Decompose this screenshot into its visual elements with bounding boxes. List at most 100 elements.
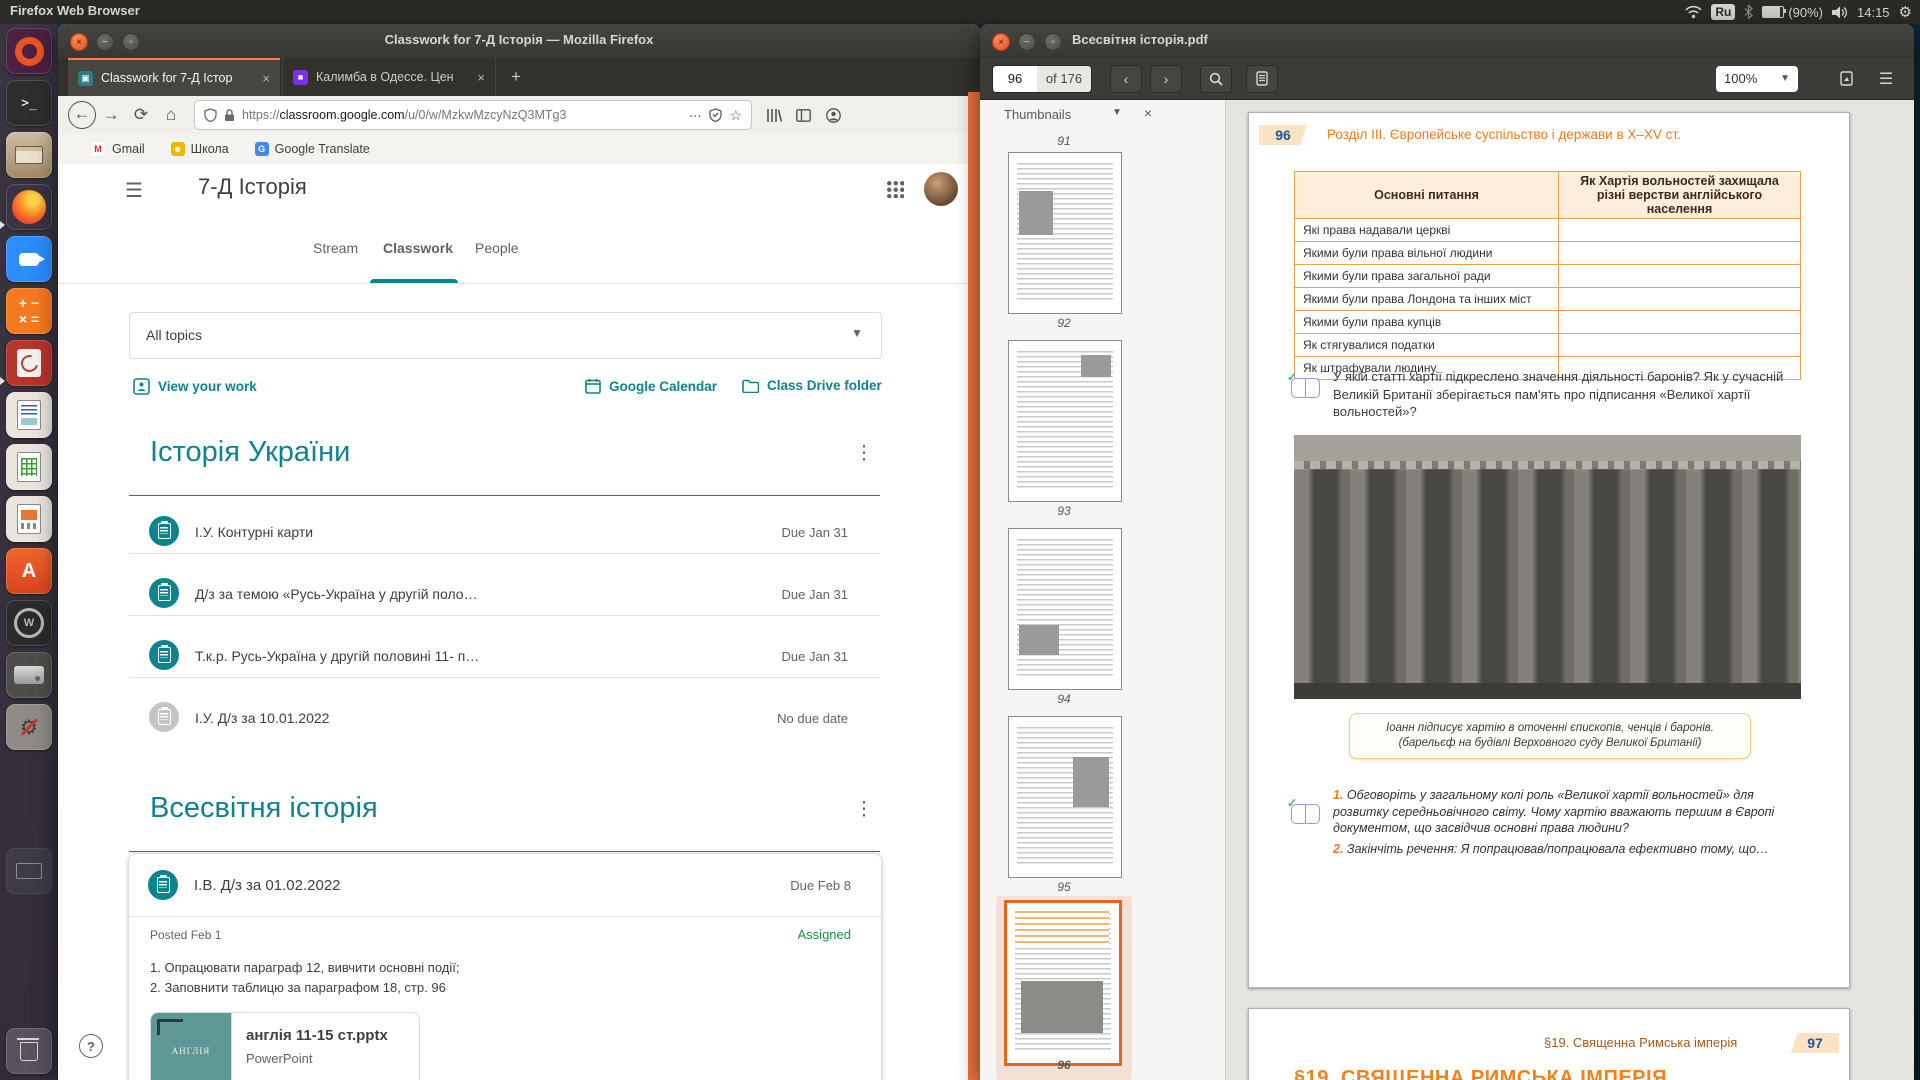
reload-button[interactable]: ⟳ [126, 105, 156, 125]
close-sidebar-icon[interactable]: × [1144, 105, 1152, 121]
attachment-thumbnail: АНГЛІЯ [151, 1013, 232, 1080]
section-title-world-history[interactable]: Всесвітня історія [150, 792, 378, 825]
tab-close-icon[interactable]: × [262, 71, 270, 86]
scrollbar[interactable] [968, 92, 980, 1080]
sidebars-icon[interactable] [796, 109, 826, 122]
attachment-card[interactable]: АНГЛІЯ англія 11-15 ст.pptx PowerPoint [150, 1012, 420, 1080]
avatar[interactable] [924, 172, 958, 206]
assignment-title[interactable]: І.У. Д/з за 10.01.2022 [195, 710, 329, 726]
work-badge-icon [133, 378, 150, 395]
section-menu-kebab-icon[interactable]: ⋮ [854, 798, 874, 821]
new-tab-button[interactable]: + [504, 66, 528, 88]
bookmark-gmail[interactable]: MGmail [90, 141, 145, 157]
tab-people[interactable]: People [475, 240, 519, 256]
dock-archive-app[interactable] [6, 848, 52, 894]
class-drive-folder-link[interactable]: Class Drive folder [742, 378, 882, 393]
assignment-title[interactable]: Д/з за темою «Русь-Україна у другій поло… [195, 586, 478, 602]
tab-classwork[interactable]: Classwork [383, 240, 453, 256]
dock-calculator[interactable]: + −× = [6, 288, 52, 334]
lock-icon[interactable] [224, 109, 235, 122]
dock-file-archiver[interactable] [6, 132, 52, 178]
tab-classwork[interactable]: ▣ Classwork for 7-Д Істор × [68, 58, 280, 96]
assignment-due: Due Jan 31 [698, 525, 848, 540]
tab-close-icon[interactable]: × [477, 70, 485, 85]
section-divider [129, 495, 880, 496]
navigation-toolbar: ← → ⟳ ⌂ https://classroom.google.com/u/0… [58, 96, 980, 135]
back-button[interactable]: ← [68, 101, 96, 129]
dock-document-annotator[interactable] [6, 340, 52, 386]
menu-hamburger-icon[interactable]: ☰ [1870, 65, 1902, 93]
keyboard-layout-indicator[interactable]: Ru [1711, 4, 1735, 20]
site-favicon: ■ [293, 70, 308, 85]
assignment-title[interactable]: Т.к.р. Русь-Україна у другій половині 11… [195, 648, 479, 664]
assignment-title[interactable]: І.В. Д/з за 01.02.2022 [194, 877, 341, 894]
wifi-icon[interactable] [1685, 5, 1702, 19]
help-button[interactable]: ? [79, 1034, 103, 1058]
expanded-assignment-card[interactable]: І.В. Д/з за 01.02.2022 Due Feb 8 Posted … [128, 853, 882, 1080]
account-icon[interactable] [826, 108, 856, 123]
dock-emblem-app[interactable]: W [6, 600, 52, 646]
dock-ubuntu-dash[interactable] [6, 28, 52, 74]
table-col2-header: Як Хартія вольностей захищала різні верс… [1559, 172, 1801, 219]
menu-hamburger-icon[interactable]: ☰ [125, 178, 143, 203]
page-number-box[interactable]: 96 of 176 [992, 65, 1092, 93]
topics-filter-select[interactable]: All topics ▼ [129, 312, 882, 359]
tab-stream[interactable]: Stream [313, 240, 358, 256]
course-title[interactable]: 7-Д Історія [198, 174, 307, 200]
firefox-titlebar[interactable]: × − ▫ Classwork for 7-Д Історія — Mozill… [58, 24, 980, 59]
bluetooth-icon[interactable] [1744, 5, 1753, 19]
assignment-icon-done [149, 702, 179, 732]
dock-libreoffice-impress[interactable] [6, 496, 52, 542]
page-actions-icon[interactable]: ⋯ [689, 108, 703, 123]
thumbnail-page-93[interactable] [1008, 340, 1122, 502]
dock-system-tools[interactable]: ⚙ [6, 704, 52, 750]
thumbnail-page-94[interactable] [1008, 528, 1122, 690]
section-title-history-ukraine[interactable]: Історія України [150, 436, 350, 469]
section-menu-kebab-icon[interactable]: ⋮ [854, 442, 874, 465]
previous-page-button[interactable]: ‹ [1110, 65, 1142, 93]
system-tray[interactable]: Ru (90%) 14:15 ⚙ [1685, 0, 1916, 24]
session-gear-icon[interactable]: ⚙ [1899, 3, 1912, 21]
dock-anydesk[interactable]: A [6, 548, 52, 594]
close-button[interactable]: × [992, 33, 1010, 51]
battery-indicator[interactable]: (90%) [1762, 5, 1823, 20]
zoom-level-select[interactable]: 100% ▼ [1716, 66, 1798, 92]
pdf-canvas[interactable]: 96 Розділ III. Європейське суспільство і… [1225, 100, 1914, 1080]
google-apps-grid-icon[interactable] [886, 180, 904, 198]
maximize-button[interactable]: ▫ [1044, 33, 1062, 51]
dock-disks[interactable] [6, 652, 52, 698]
tab-kalimba[interactable]: ■ Калимба в Одессе. Цен × [282, 58, 496, 96]
chevron-down-icon[interactable]: ▼ [1112, 107, 1122, 118]
pocket-shield-icon[interactable] [709, 108, 722, 122]
thumbnail-page-95[interactable] [1008, 716, 1122, 878]
google-calendar-link[interactable]: Google Calendar [585, 378, 717, 394]
tracking-shield-icon[interactable] [204, 108, 217, 122]
thumbnail-page-96[interactable] [1004, 900, 1122, 1066]
search-button[interactable] [1200, 65, 1232, 93]
dock-firefox[interactable] [6, 184, 52, 230]
pdf-titlebar[interactable]: × − ▫ Всесвітня історія.pdf [980, 24, 1914, 59]
page-setup-icon[interactable] [1830, 65, 1862, 93]
bookmark-school[interactable]: ☻Школа [171, 142, 229, 156]
bookmark-google-translate[interactable]: GGoogle Translate [255, 142, 370, 156]
assignment-title[interactable]: І.У. Контурні карти [195, 524, 313, 540]
home-button[interactable]: ⌂ [156, 105, 186, 125]
dock-terminal[interactable]: >_ [6, 80, 52, 126]
bookmark-star-icon[interactable]: ☆ [729, 107, 742, 124]
url-bar[interactable]: https://classroom.google.com/u/0/w/MzkwM… [194, 100, 752, 130]
forward-button[interactable]: → [96, 105, 126, 125]
dock-libreoffice-calc[interactable] [6, 444, 52, 490]
clock[interactable]: 14:15 [1857, 5, 1890, 20]
minimize-button[interactable]: − [1018, 33, 1036, 51]
thumbnail-page-92[interactable] [1008, 152, 1122, 314]
library-icon[interactable] [766, 108, 796, 123]
url-text[interactable]: https://classroom.google.com/u/0/w/MzkwM… [242, 108, 682, 122]
dock-trash[interactable] [6, 1028, 52, 1074]
volume-icon[interactable] [1832, 6, 1848, 19]
dock-libreoffice-writer[interactable] [6, 392, 52, 438]
annotate-button[interactable] [1246, 65, 1278, 93]
page-number-input[interactable]: 96 [993, 66, 1037, 92]
dock-zoom[interactable] [6, 236, 52, 282]
next-page-button[interactable]: › [1150, 65, 1182, 93]
view-your-work-link[interactable]: View your work [133, 378, 257, 395]
